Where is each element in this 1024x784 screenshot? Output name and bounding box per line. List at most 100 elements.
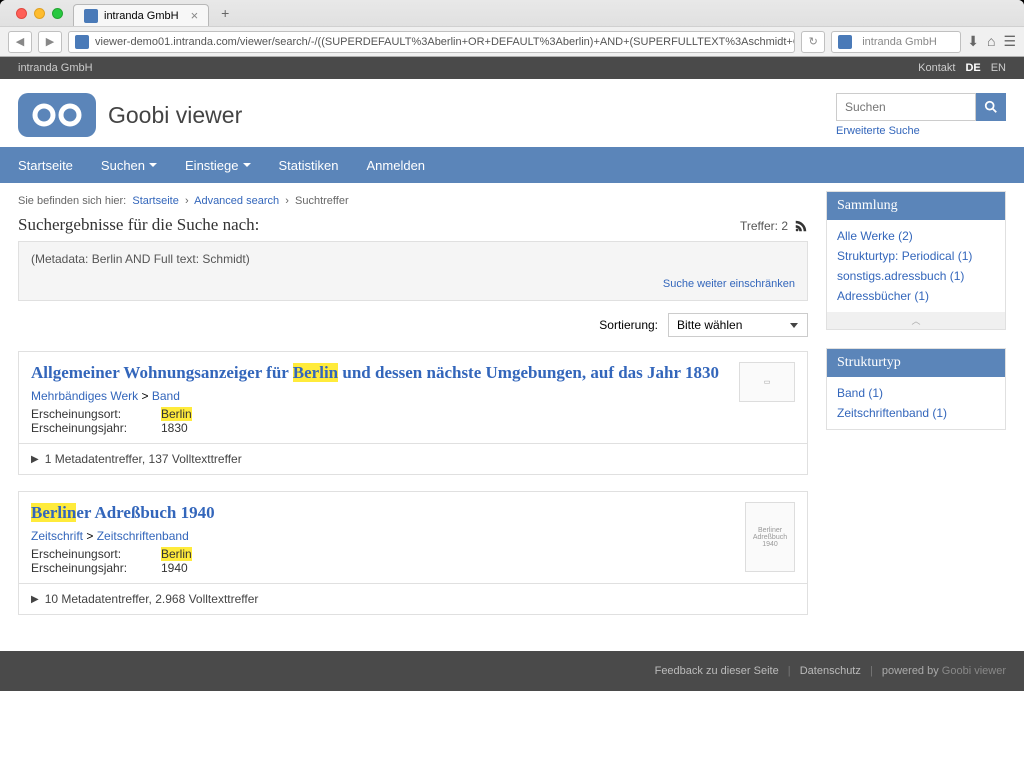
result-expand[interactable]: ▶ 10 Metadatentreffer, 2.968 Volltexttre… xyxy=(19,583,807,614)
facet-link[interactable]: Alle Werke (2) xyxy=(837,226,995,246)
nav-anmelden[interactable]: Anmelden xyxy=(352,147,439,183)
type-link[interactable]: Mehrbändiges Werk xyxy=(31,389,138,403)
result-item: Berliner Adreßbuch 1940 Zeitschrift > Ze… xyxy=(18,491,808,615)
result-item: Allgemeiner Wohnungsanzeiger für Berlin … xyxy=(18,351,808,475)
nav-statistiken[interactable]: Statistiken xyxy=(265,147,353,183)
url-favicon xyxy=(75,35,89,49)
window-controls xyxy=(8,8,67,19)
search-icon xyxy=(984,100,998,114)
tab-favicon xyxy=(84,9,98,23)
result-thumbnail[interactable]: Berliner Adreßbuch 1940 xyxy=(745,502,795,572)
contact-link[interactable]: Kontakt xyxy=(918,62,955,74)
footer-datenschutz-link[interactable]: Datenschutz xyxy=(800,665,861,677)
content-wrap: Sie befinden sich hier: Startseite › Adv… xyxy=(0,183,1024,651)
search-input[interactable] xyxy=(836,93,976,121)
breadcrumb-home[interactable]: Startseite xyxy=(132,195,178,207)
search-engine-label: intranda GmbH xyxy=(862,36,937,48)
query-box: (Metadata: Berlin AND Full text: Schmidt… xyxy=(18,241,808,301)
browser-chrome: intranda GmbH × + ◀ ▶ viewer-demo01.intr… xyxy=(0,0,1024,57)
result-thumbnail[interactable]: ▭ xyxy=(739,362,795,402)
hit-count: Treffer: 2 xyxy=(740,219,808,233)
meta-label: Erscheinungsjahr: xyxy=(31,421,161,435)
facet-header: Sammlung xyxy=(827,192,1005,220)
meta-label: Erscheinungsjahr: xyxy=(31,561,161,575)
nav-suchen[interactable]: Suchen xyxy=(87,147,171,183)
home-icon[interactable]: ⌂ xyxy=(987,33,995,50)
result-title[interactable]: Allgemeiner Wohnungsanzeiger für Berlin … xyxy=(31,362,725,384)
url-bar[interactable]: viewer-demo01.intranda.com/viewer/search… xyxy=(68,31,795,53)
results-title: Suchergebnisse für die Suche nach: xyxy=(18,215,259,235)
type-link[interactable]: Band xyxy=(152,389,180,403)
page-content: intranda GmbH Kontakt DE EN Goobi viewer xyxy=(0,57,1024,784)
goobi-viewer-label: Goobi viewer xyxy=(942,665,1006,677)
meta-label: Erscheinungsort: xyxy=(31,547,161,561)
rss-icon[interactable] xyxy=(794,219,808,233)
new-tab-button[interactable]: + xyxy=(215,3,235,23)
lang-en-link[interactable]: EN xyxy=(991,62,1006,74)
close-window-button[interactable] xyxy=(16,8,27,19)
meta-label: Erscheinungsort: xyxy=(31,407,161,421)
top-bar: intranda GmbH Kontakt DE EN xyxy=(0,57,1024,79)
browser-toolbar-icons: ⬇ ⌂ ☰ xyxy=(967,33,1016,50)
result-expand[interactable]: ▶ 1 Metadatentreffer, 137 Volltexttreffe… xyxy=(19,443,807,474)
main-column: Sie befinden sich hier: Startseite › Adv… xyxy=(18,191,808,631)
meta-value: Berlin xyxy=(161,547,192,561)
sort-select[interactable]: Bitte wählen xyxy=(668,313,808,337)
close-tab-icon[interactable]: × xyxy=(191,8,199,23)
maximize-window-button[interactable] xyxy=(52,8,63,19)
reload-button[interactable]: ↻ xyxy=(801,31,825,53)
nav-einstiege[interactable]: Einstiege xyxy=(171,147,264,183)
download-icon[interactable]: ⬇ xyxy=(967,33,979,50)
sort-label: Sortierung: xyxy=(599,318,658,332)
facet-link[interactable]: Strukturtyp: Periodical (1) xyxy=(837,246,995,266)
caret-down-icon xyxy=(243,163,251,167)
browser-search-field[interactable]: intranda GmbH xyxy=(831,31,961,53)
caret-down-icon xyxy=(149,163,157,167)
brand-label: intranda GmbH xyxy=(18,62,93,74)
lang-de-link[interactable]: DE xyxy=(965,62,980,74)
sort-row: Sortierung: Bitte wählen xyxy=(18,301,808,351)
facet-link[interactable]: sonstigs.adressbuch (1) xyxy=(837,266,995,286)
arrow-right-icon: ▶ xyxy=(31,594,39,605)
chevron-up-icon[interactable]: ︿ xyxy=(827,312,1005,329)
advanced-search-link[interactable]: Erweiterte Suche xyxy=(836,125,920,137)
facet-link[interactable]: Band (1) xyxy=(837,383,995,403)
meta-value: Berlin xyxy=(161,407,192,421)
tab-title: intranda GmbH xyxy=(104,10,179,22)
type-link[interactable]: Zeitschriftenband xyxy=(97,529,189,543)
address-bar-row: ◀ ▶ viewer-demo01.intranda.com/viewer/se… xyxy=(0,26,1024,56)
header: Goobi viewer Erweiterte Suche xyxy=(0,79,1024,147)
breadcrumb-current: Suchtreffer xyxy=(295,195,349,207)
type-link[interactable]: Zeitschrift xyxy=(31,529,83,543)
browser-window: intranda GmbH × + ◀ ▶ viewer-demo01.intr… xyxy=(0,0,1024,784)
breadcrumb-prefix: Sie befinden sich hier: xyxy=(18,195,126,207)
tab-bar: intranda GmbH × + xyxy=(0,0,1024,26)
refine-search-link[interactable]: Suche weiter einschränken xyxy=(663,278,795,290)
facet-link[interactable]: Adressbücher (1) xyxy=(837,286,995,306)
breadcrumb-advanced[interactable]: Advanced search xyxy=(194,195,279,207)
forward-button[interactable]: ▶ xyxy=(38,31,62,53)
back-button[interactable]: ◀ xyxy=(8,31,32,53)
facet-header: Strukturtyp xyxy=(827,349,1005,377)
query-text: (Metadata: Berlin AND Full text: Schmidt… xyxy=(31,252,795,266)
arrow-right-icon: ▶ xyxy=(31,454,39,465)
meta-value: 1940 xyxy=(161,561,188,575)
sidebar: Sammlung Alle Werke (2) Strukturtyp: Per… xyxy=(826,191,1006,631)
browser-tab[interactable]: intranda GmbH × xyxy=(73,4,209,26)
logo-icon xyxy=(18,93,96,137)
result-type: Mehrbändiges Werk > Band xyxy=(31,389,725,403)
results-header: Suchergebnisse für die Suche nach: Treff… xyxy=(18,215,808,235)
menu-icon[interactable]: ☰ xyxy=(1003,33,1016,50)
footer-feedback-link[interactable]: Feedback zu dieser Seite xyxy=(655,665,779,677)
facet-struktur: Strukturtyp Band (1) Zeitschriftenband (… xyxy=(826,348,1006,430)
search-button[interactable] xyxy=(976,93,1006,121)
result-type: Zeitschrift > Zeitschriftenband xyxy=(31,529,731,543)
main-nav: Startseite Suchen Einstiege Statistiken … xyxy=(0,147,1024,183)
nav-startseite[interactable]: Startseite xyxy=(18,147,87,183)
facet-sammlung: Sammlung Alle Werke (2) Strukturtyp: Per… xyxy=(826,191,1006,330)
facet-link[interactable]: Zeitschriftenband (1) xyxy=(837,403,995,423)
result-title[interactable]: Berliner Adreßbuch 1940 xyxy=(31,502,731,524)
meta-value: 1830 xyxy=(161,421,188,435)
minimize-window-button[interactable] xyxy=(34,8,45,19)
logo[interactable]: Goobi viewer xyxy=(18,93,242,137)
